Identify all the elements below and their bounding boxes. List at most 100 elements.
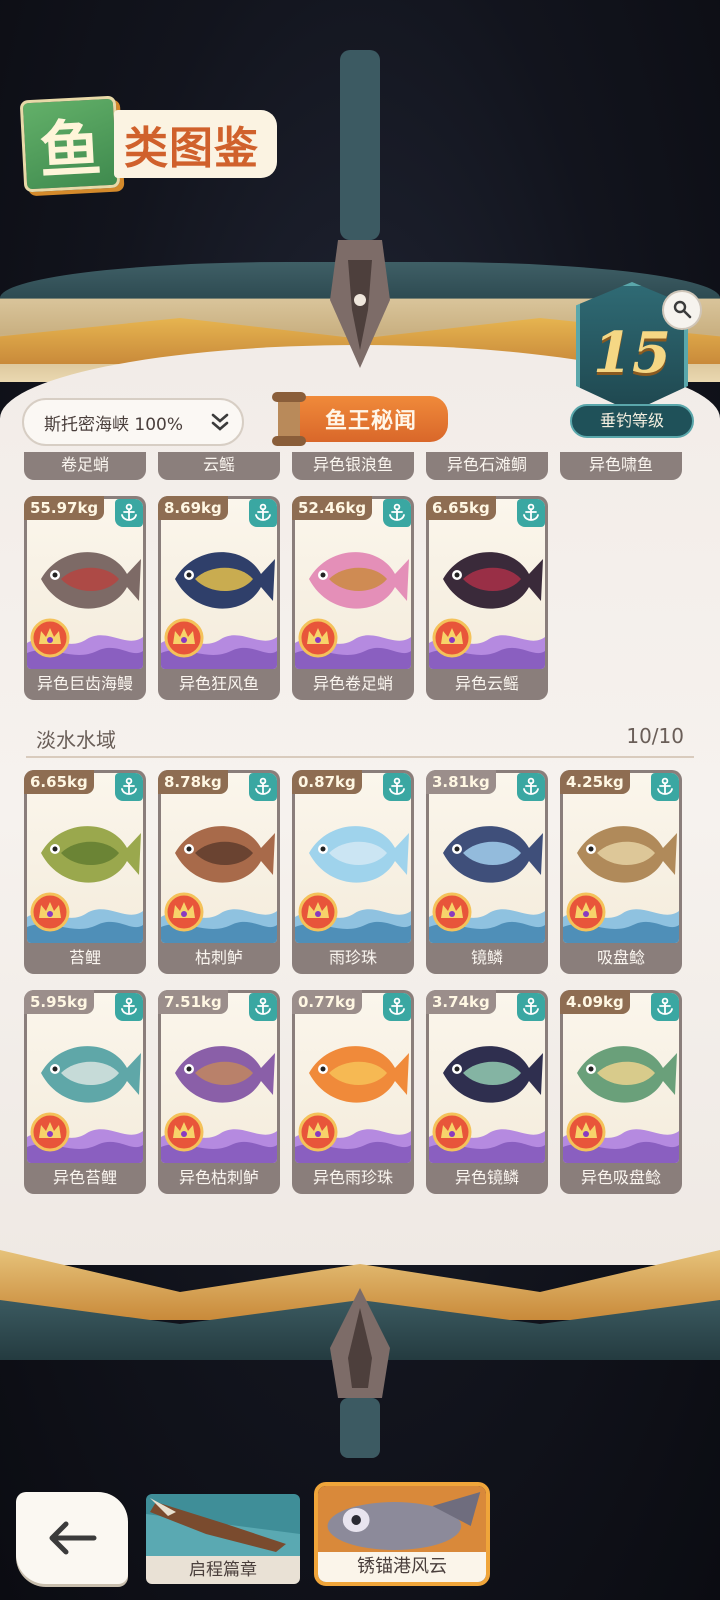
fish-name: 异色狂风鱼	[178, 674, 259, 693]
fish-card[interactable]: 8.69kg 异色狂风鱼	[158, 496, 280, 700]
fish-weight: 6.65kg	[426, 496, 496, 520]
double-chevron-down-icon	[211, 413, 229, 431]
search-button[interactable]	[662, 290, 702, 330]
fish-card[interactable]: 6.65kg 苔鲤	[24, 770, 146, 974]
fish-card[interactable]: 5.95kg 异色苔鲤	[24, 990, 146, 1194]
anchor-badge	[115, 773, 143, 801]
anchor-badge	[651, 773, 679, 801]
fish-card[interactable]: 0.87kg 雨珍珠	[292, 770, 414, 974]
anchor-icon	[523, 503, 539, 521]
section-label: 淡水水域	[36, 728, 116, 752]
fish-name: 异色云鳐	[454, 674, 519, 693]
fish-card[interactable]: 4.25kg 吸盘鲶	[560, 770, 682, 974]
crown-crest-icon	[298, 618, 338, 658]
back-arrow-icon	[49, 1521, 97, 1555]
fish-weight: 8.78kg	[158, 770, 228, 794]
fish-king-legends-label: 鱼王秘闻	[294, 396, 448, 442]
fish-name: 异色卷足蛸	[312, 674, 393, 693]
fish-illustration	[443, 552, 543, 609]
level-number: 15	[593, 320, 671, 386]
anchor-icon	[389, 777, 405, 795]
anchor-icon	[389, 997, 405, 1015]
fish-name: 异色枯刺鲈	[178, 1168, 259, 1187]
fish-illustration	[309, 552, 409, 609]
chapter-tab-rusty-anchor[interactable]: 锈锚港风云	[314, 1482, 490, 1586]
crown-crest-icon	[164, 1112, 204, 1152]
title-text: 类图鉴	[114, 110, 277, 178]
crown-crest-icon	[164, 618, 204, 658]
anchor-badge	[249, 773, 277, 801]
anchor-badge	[517, 499, 545, 527]
anchor-badge	[115, 993, 143, 1021]
fish-name-strip[interactable]: 异色石滩鲷	[426, 452, 548, 480]
fish-illustration	[577, 1046, 677, 1103]
section-count: 10/10	[626, 724, 684, 748]
fish-card[interactable]: 0.77kg 异色雨珍珠	[292, 990, 414, 1194]
chapter-image	[318, 1486, 486, 1556]
fish-name-strip[interactable]: 云鳐	[158, 452, 280, 480]
fish-weight: 0.77kg	[292, 990, 362, 1014]
crown-crest-icon	[164, 892, 204, 932]
fish-card[interactable]: 7.51kg 异色枯刺鲈	[158, 990, 280, 1194]
fish-weight: 3.74kg	[426, 990, 496, 1014]
fish-illustration	[443, 1046, 543, 1103]
fish-name: 异色镜鳞	[454, 1168, 519, 1187]
anchor-icon	[121, 777, 137, 795]
fish-illustration	[41, 826, 141, 883]
fish-illustration	[175, 552, 275, 609]
fish-card[interactable]: 3.74kg 异色镜鳞	[426, 990, 548, 1194]
anchor-icon	[389, 503, 405, 521]
magnifier-icon	[673, 300, 692, 319]
back-button[interactable]	[16, 1492, 128, 1584]
quill-ornament-top	[330, 50, 390, 368]
fish-weight: 7.51kg	[158, 990, 228, 1014]
fish-illustration	[309, 826, 409, 883]
chapter-tab-beginning[interactable]: 启程篇章	[146, 1494, 300, 1584]
fish-weight: 4.09kg	[560, 990, 630, 1014]
fish-name: 吸盘鲶	[596, 948, 645, 967]
crown-crest-icon	[432, 1112, 472, 1152]
area-dropdown-label: 斯托密海峡 100%	[44, 414, 184, 435]
crown-crest-icon	[30, 892, 70, 932]
fish-name: 苔鲤	[68, 948, 101, 967]
fish-king-legends-button[interactable]: 鱼王秘闻	[268, 390, 450, 448]
fish-weight: 4.25kg	[560, 770, 630, 794]
anchor-badge	[517, 773, 545, 801]
fish-card[interactable]: 6.65kg 异色云鳐	[426, 496, 548, 700]
crown-crest-icon	[298, 892, 338, 932]
anchor-icon	[255, 777, 271, 795]
chapter-label: 启程篇章	[146, 1556, 300, 1584]
fish-illustration	[309, 1046, 409, 1103]
scroll-icon	[272, 392, 306, 446]
crown-crest-icon	[566, 1112, 606, 1152]
fish-name: 异色雨珍珠	[312, 1168, 393, 1187]
fish-illustration	[175, 1046, 275, 1103]
anchor-badge	[383, 499, 411, 527]
chapter-label: 锈锚港风云	[318, 1552, 486, 1582]
fish-weight: 8.69kg	[158, 496, 228, 520]
anchor-icon	[255, 997, 271, 1015]
fish-card[interactable]: 52.46kg 异色卷足蛸	[292, 496, 414, 700]
fish-card[interactable]: 3.81kg 镜鳞	[426, 770, 548, 974]
fish-weight: 0.87kg	[292, 770, 362, 794]
fish-name-strip[interactable]: 异色啸鱼	[560, 452, 682, 480]
anchor-icon	[121, 503, 137, 521]
fish-weight: 3.81kg	[426, 770, 496, 794]
anchor-badge	[383, 773, 411, 801]
crown-crest-icon	[30, 1112, 70, 1152]
anchor-icon	[121, 997, 137, 1015]
fish-card[interactable]: 4.09kg 异色吸盘鲶	[560, 990, 682, 1194]
fish-card[interactable]: 8.78kg 枯刺鲈	[158, 770, 280, 974]
freshwater-section-header: 淡水水域 10/10	[26, 720, 694, 760]
fish-name-strip[interactable]: 异色银浪鱼	[292, 452, 414, 480]
crown-crest-icon	[298, 1112, 338, 1152]
fish-name: 镜鳞	[470, 948, 503, 967]
fish-weight: 55.97kg	[24, 496, 105, 520]
crown-crest-icon	[30, 618, 70, 658]
area-dropdown[interactable]: 斯托密海峡 100%	[22, 398, 244, 446]
fish-illustration	[577, 826, 677, 883]
fish-name-strip[interactable]: 卷足蛸	[24, 452, 146, 480]
anchor-icon	[657, 997, 673, 1015]
anchor-badge	[115, 499, 143, 527]
fish-card[interactable]: 55.97kg 异色巨齿海鳗	[24, 496, 146, 700]
